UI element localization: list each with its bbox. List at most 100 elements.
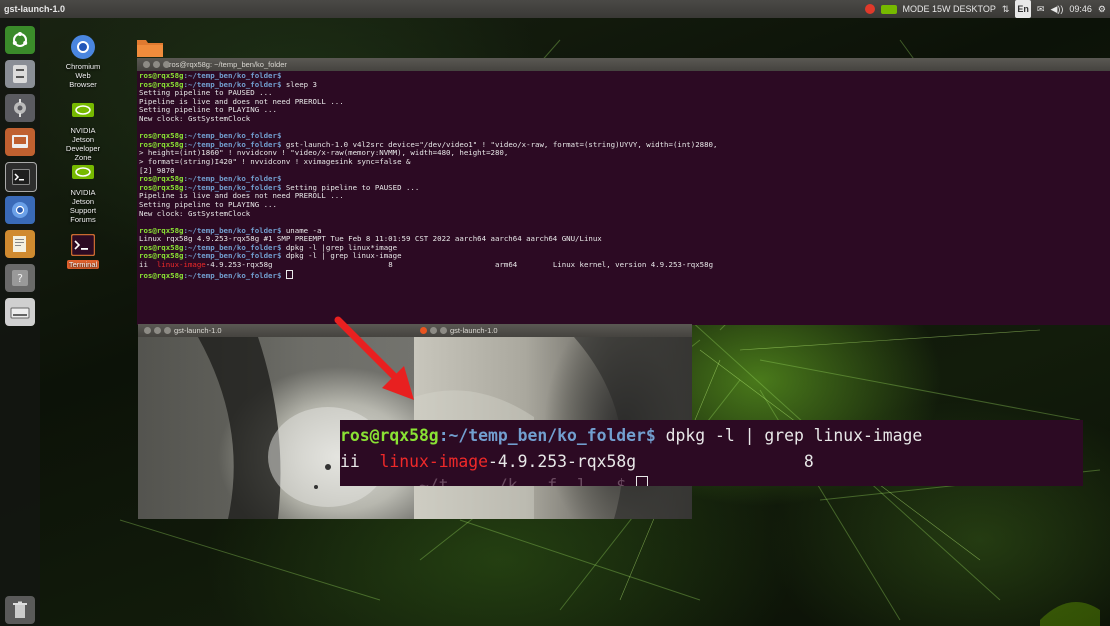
terminal-window[interactable]: ros@rqx58g: ~/temp_ben/ko_folder ros@rqx… (137, 58, 1110, 325)
svg-text:?: ? (17, 272, 23, 285)
zoom-package-version: 8 (636, 452, 814, 471)
folder-icon (137, 40, 163, 57)
prompt-path: :~/temp_ben/ko_folder$ (183, 270, 282, 280)
network-arrows-icon[interactable]: ⇅ (1002, 0, 1010, 18)
terminal-output[interactable]: ros@rqx58g:~/temp_ben/ko_folder$ ros@rqx5… (137, 71, 1110, 325)
zoom-partial-line: ~/t /k f l $ (340, 476, 649, 486)
zoom-package-status: ii (340, 452, 380, 471)
nvidia-logo-icon (72, 103, 94, 117)
command-text: sleep 3 (281, 79, 317, 89)
launcher-terminal-button[interactable] (5, 162, 37, 192)
package-status: ii (139, 260, 157, 270)
keyboard-layout-indicator[interactable]: En (1015, 0, 1031, 18)
power-alert-icon[interactable] (864, 4, 875, 14)
terminal-line: Pipeline is live and does not need PRERO… (139, 192, 1110, 201)
zoom-package-highlight: linux-image (379, 452, 489, 471)
desktop-icon-label: NVIDIA Jetson Developer Zone (65, 126, 101, 162)
volume-icon[interactable]: ◀)) (1050, 0, 1063, 18)
terminal-line: Setting pipeline to PLAYING ... (139, 200, 1110, 210)
desktop-icon-jetson-support-forums[interactable]: NVIDIA Jetson Support Forums (53, 160, 113, 224)
trash-icon (13, 601, 27, 618)
minimize-button[interactable] (153, 61, 160, 68)
launcher-drive-button[interactable] (5, 298, 35, 326)
text-editor-icon (13, 236, 26, 252)
zoomed-terminal-inset: ros@rqx58g:~/temp_ben/ko_folder$ dpkg -l… (340, 420, 1083, 486)
window-controls (144, 327, 171, 334)
desktop-icon-chromium[interactable]: Chromium Web Browser (53, 34, 113, 89)
minimize-button[interactable] (430, 327, 437, 334)
drive-icon (10, 307, 30, 319)
output-text: > format=(string)I420" ! nvvidconv ! xvi… (139, 156, 411, 166)
terminal-line: ros@rqx58g:~/temp_ben/ko_folder$ (139, 269, 1110, 280)
terminal-line: ii linux-image-4.9.253-rqx58g 8 arm64 Li… (139, 260, 1110, 270)
clock[interactable]: 09:46 (1069, 0, 1092, 18)
desktop-icon-label: Chromium Web Browser (65, 62, 101, 89)
chromium-icon (12, 202, 28, 218)
nvidia-power-icon[interactable] (880, 4, 897, 14)
terminal-line: New clock: GstSystemClock (139, 208, 1110, 219)
window-controls (143, 61, 170, 68)
mail-icon[interactable]: ✉ (1037, 0, 1045, 18)
terminal-line: Setting pipeline to PLAYING ... (139, 106, 1110, 115)
terminal-line: ros@rqx58g:~/temp_ben/ko_folder$ sleep 3 (139, 79, 1110, 90)
launcher-files-button[interactable] (5, 60, 35, 88)
power-mode-label[interactable]: MODE 15W DESKTOP (903, 0, 996, 18)
terminal-line: Pipeline is live and does not need PRERO… (139, 97, 1110, 107)
chromium-icon (71, 35, 95, 59)
package-desc: Linux kernel, version 4.9.253-rqx58g (517, 260, 714, 270)
zoom-command: dpkg -l | grep linux-image (655, 426, 923, 445)
package-name-hl: linux-image (156, 260, 206, 270)
output-text: New clock: GstSystemClock (139, 208, 251, 218)
video-window-title: gst-launch-1.0 (174, 326, 222, 335)
minimize-button[interactable] (154, 327, 161, 334)
terminal-title: ros@rqx58g: ~/temp_ben/ko_folder (169, 60, 287, 69)
launcher-trash-button[interactable] (5, 596, 35, 624)
text-cursor (285, 269, 293, 279)
maximize-button[interactable] (440, 327, 447, 334)
desktop: gst-launch-1.0 MODE 15W DESKTOP ⇅ En ✉ ◀… (0, 0, 1110, 626)
zoom-partial-text: ~/t /k f l $ (340, 476, 637, 486)
zoom-command-line: ros@rqx58g:~/temp_ben/ko_folder$ dpkg -l… (340, 426, 922, 446)
video-window-title: gst-launch-1.0 (450, 326, 498, 335)
launcher-text-editor-button[interactable] (5, 230, 35, 258)
terminal-line: [2] 9870 (139, 166, 1110, 176)
launcher-chromium-button[interactable] (5, 196, 35, 224)
launcher-settings-button[interactable] (5, 94, 35, 122)
terminal-line: > format=(string)I420" ! nvvidconv ! xvi… (139, 156, 1110, 167)
package-name-rest: -4.9.253-rqx58g (205, 260, 273, 270)
settings-tools-icon (14, 99, 26, 117)
output-text: New clock: GstSystemClock (139, 113, 251, 123)
prompt-user: ros@rqx58g (139, 270, 184, 280)
zoom-prompt-user: ros@rqx58g (340, 426, 439, 445)
nvidia-logo-icon (72, 165, 94, 179)
terminal-icon (71, 234, 95, 256)
desktop-icon-terminal[interactable]: Terminal (53, 232, 113, 269)
top-panel: gst-launch-1.0 MODE 15W DESKTOP ⇅ En ✉ ◀… (0, 0, 1110, 18)
gear-icon[interactable]: ⚙ (1098, 0, 1106, 18)
file-cabinet-icon (13, 65, 27, 83)
terminal-title-bar[interactable]: ros@rqx58g: ~/temp_ben/ko_folder (137, 58, 1110, 71)
active-app-title: gst-launch-1.0 (4, 4, 66, 14)
zoom-package-rest: -4.9.253-rqx58g (488, 452, 637, 471)
close-button[interactable] (144, 327, 151, 334)
package-arch: arm64 (392, 260, 518, 270)
launcher-dash-button[interactable] (5, 26, 35, 54)
video-window-title-bar[interactable]: gst-launch-1.0 (414, 324, 692, 337)
maximize-button[interactable] (164, 327, 171, 334)
terminal-line: New clock: GstSystemClock (139, 113, 1110, 124)
package-version: 8 (272, 260, 393, 270)
desktop-icon-label: Terminal (66, 260, 100, 269)
launcher-presentation-button[interactable] (5, 128, 35, 156)
maximize-button[interactable] (163, 61, 170, 68)
zoom-prompt-path: :~/temp_ben/ko_folder$ (438, 426, 656, 445)
ubuntu-logo-icon (12, 32, 28, 47)
inset-top-edge (340, 420, 1083, 422)
annotation-arrow (334, 316, 414, 400)
zoom-cursor (636, 476, 649, 486)
desktop-icon-jetson-developer-zone[interactable]: NVIDIA Jetson Developer Zone (53, 98, 113, 162)
launcher-dock: ? (0, 18, 40, 626)
launcher-help-button[interactable]: ? (5, 264, 35, 292)
close-button[interactable] (143, 61, 150, 68)
slides-app-icon (12, 135, 28, 148)
